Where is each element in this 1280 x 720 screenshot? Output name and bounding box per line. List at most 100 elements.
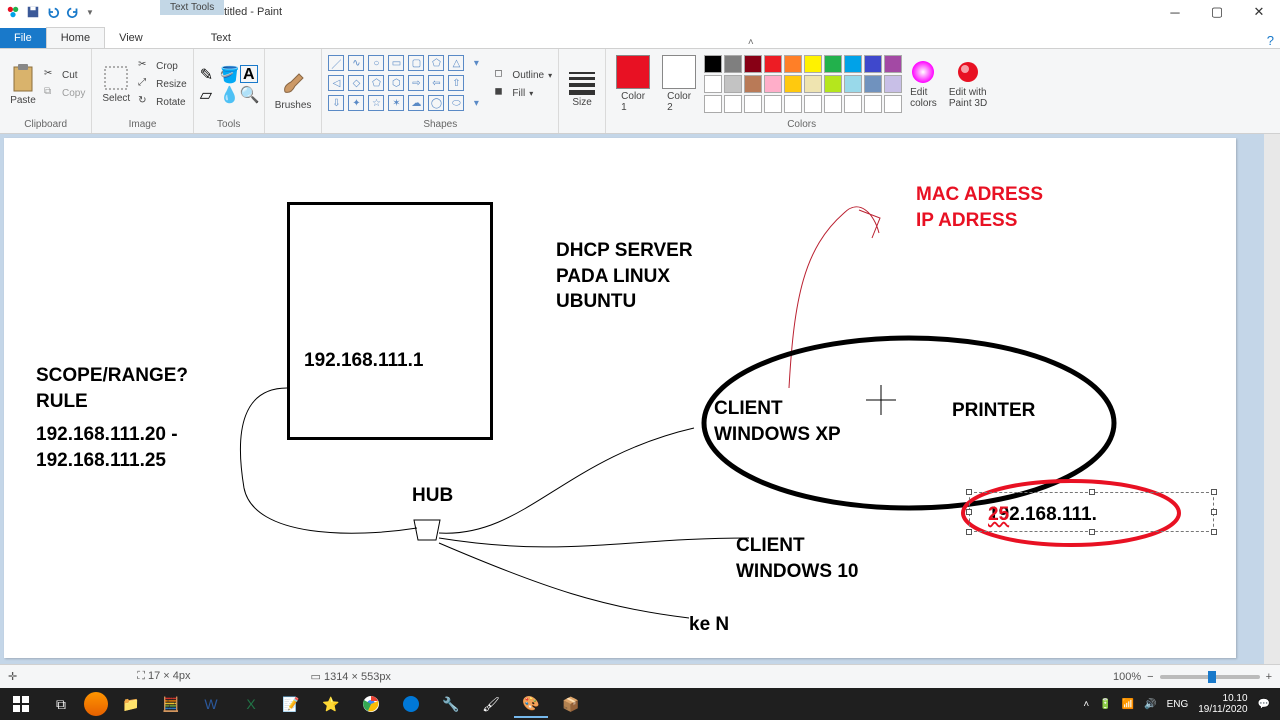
word-icon[interactable]: W: [194, 690, 228, 718]
tab-home[interactable]: Home: [46, 27, 105, 48]
fill-button[interactable]: ◼Fill▾: [494, 85, 552, 101]
color-swatch[interactable]: [704, 75, 722, 93]
color-swatch[interactable]: [744, 75, 762, 93]
picker-tool[interactable]: 💧: [220, 85, 238, 103]
color-swatch-empty[interactable]: [824, 95, 842, 113]
size-button[interactable]: Size: [565, 72, 599, 108]
vertical-scrollbar[interactable]: [1264, 134, 1280, 664]
color-swatch-empty[interactable]: [844, 95, 862, 113]
taskview-icon[interactable]: ⧉: [44, 690, 78, 718]
color-swatch[interactable]: [784, 55, 802, 73]
zoom-tool[interactable]: 🔍: [240, 85, 258, 103]
color-swatch[interactable]: [864, 75, 882, 93]
clock[interactable]: 10.1019/11/2020: [1198, 693, 1247, 715]
notifications-icon[interactable]: 💬: [1258, 699, 1270, 710]
color-swatch[interactable]: [824, 55, 842, 73]
undo-icon[interactable]: [46, 5, 60, 19]
paint3d-button[interactable]: Edit with Paint 3D: [945, 59, 991, 109]
chrome-icon[interactable]: [354, 690, 388, 718]
color-swatch[interactable]: [744, 55, 762, 73]
color-swatch[interactable]: [824, 75, 842, 93]
paint-taskbar-icon[interactable]: 🎨: [514, 690, 548, 718]
zoom-out-button[interactable]: −: [1147, 671, 1153, 683]
color-swatch-empty[interactable]: [804, 95, 822, 113]
drawing-canvas[interactable]: 192.168.111.1 SCOPE/RANGE? RULE 192.168.…: [4, 138, 1236, 658]
color-palette[interactable]: [704, 55, 902, 113]
app4-icon[interactable]: 🖌: [474, 690, 508, 718]
edit-colors-button[interactable]: Edit colors: [906, 59, 941, 109]
paste-button[interactable]: Paste: [6, 63, 40, 106]
tab-text[interactable]: Text: [197, 28, 245, 48]
app-icon: [6, 5, 20, 19]
text-client-xp: CLIENT WINDOWS XP: [714, 396, 841, 447]
help-icon[interactable]: ?: [1267, 33, 1274, 48]
color-swatch[interactable]: [784, 75, 802, 93]
tab-view[interactable]: View: [105, 28, 157, 48]
app2-icon[interactable]: ⭐: [314, 690, 348, 718]
outline-button[interactable]: ◻Outline▾: [494, 67, 552, 83]
color-swatch-empty[interactable]: [724, 95, 742, 113]
group-label: Shapes: [328, 117, 552, 133]
notepad-icon[interactable]: 📝: [274, 690, 308, 718]
color-swatch-empty[interactable]: [864, 95, 882, 113]
color-swatch[interactable]: [724, 75, 742, 93]
color-swatch[interactable]: [724, 55, 742, 73]
color-swatch[interactable]: [884, 75, 902, 93]
context-tab-text-tools: Text Tools: [160, 0, 224, 15]
save-icon[interactable]: [26, 5, 40, 19]
app-icon[interactable]: 🧮: [154, 690, 188, 718]
color-swatch-empty[interactable]: [704, 95, 722, 113]
minimize-button[interactable]: ─: [1154, 0, 1196, 24]
volume-icon[interactable]: 🔊: [1144, 699, 1156, 710]
color-swatch[interactable]: [864, 55, 882, 73]
tab-file[interactable]: File: [0, 28, 46, 48]
excel-icon[interactable]: X: [234, 690, 268, 718]
qat-dropdown-icon[interactable]: ▼: [86, 8, 94, 17]
color-swatch[interactable]: [804, 75, 822, 93]
color-swatch[interactable]: [844, 55, 862, 73]
color-swatch-empty[interactable]: [884, 95, 902, 113]
zoom-in-button[interactable]: +: [1266, 671, 1272, 683]
text-printer: PRINTER: [952, 398, 1035, 424]
start-button[interactable]: [4, 690, 38, 718]
color-swatch[interactable]: [884, 55, 902, 73]
wifi-icon[interactable]: 📶: [1122, 699, 1134, 710]
color-swatch-empty[interactable]: [784, 95, 802, 113]
resize-button[interactable]: ⤢Resize: [138, 76, 187, 92]
zoom-slider[interactable]: [1160, 675, 1260, 679]
close-button[interactable]: ✕: [1238, 0, 1280, 24]
maximize-button[interactable]: ▢: [1196, 0, 1238, 24]
crop-button[interactable]: ✂Crop: [138, 58, 187, 74]
app3-icon[interactable]: 🔧: [434, 690, 468, 718]
lang-indicator[interactable]: ENG: [1167, 699, 1189, 710]
paste-label: Paste: [10, 95, 36, 106]
tray-chevron-icon[interactable]: ˄: [1083, 699, 1089, 710]
bucket-tool[interactable]: 🪣: [220, 65, 238, 83]
select-button[interactable]: Select: [98, 65, 134, 104]
color-swatch-empty[interactable]: [744, 95, 762, 113]
vbox-icon[interactable]: 📦: [554, 690, 588, 718]
color-swatch[interactable]: [844, 75, 862, 93]
explorer-icon[interactable]: 📁: [114, 690, 148, 718]
ribbon-collapse-icon[interactable]: ˄: [748, 37, 754, 48]
text-tool[interactable]: A: [240, 65, 258, 83]
color2-button[interactable]: Color 2: [658, 55, 700, 113]
color-swatch[interactable]: [764, 55, 782, 73]
color-swatch[interactable]: [804, 55, 822, 73]
color-swatch[interactable]: [764, 75, 782, 93]
cut-button[interactable]: ✂Cut: [44, 67, 85, 83]
firefox-icon[interactable]: [84, 692, 108, 716]
rotate-button[interactable]: ↻Rotate: [138, 94, 187, 110]
color-swatch[interactable]: [704, 55, 722, 73]
battery-icon[interactable]: 🔋: [1099, 699, 1111, 710]
redo-icon[interactable]: [66, 5, 80, 19]
group-label: [271, 128, 316, 133]
shapes-gallery[interactable]: ／∿○▭▢⬠△▾ ◁◇⬠⬡⇨⇦⇧ ⇩✦☆✶☁◯⬭▾: [328, 55, 486, 113]
copy-button[interactable]: ⧉Copy: [44, 85, 85, 101]
brushes-button[interactable]: Brushes: [271, 68, 316, 111]
edge-icon[interactable]: [394, 690, 428, 718]
eraser-tool[interactable]: ▱: [200, 85, 218, 103]
pencil-tool[interactable]: ✎: [200, 65, 218, 83]
color-swatch-empty[interactable]: [764, 95, 782, 113]
color1-button[interactable]: Color 1: [612, 55, 654, 113]
